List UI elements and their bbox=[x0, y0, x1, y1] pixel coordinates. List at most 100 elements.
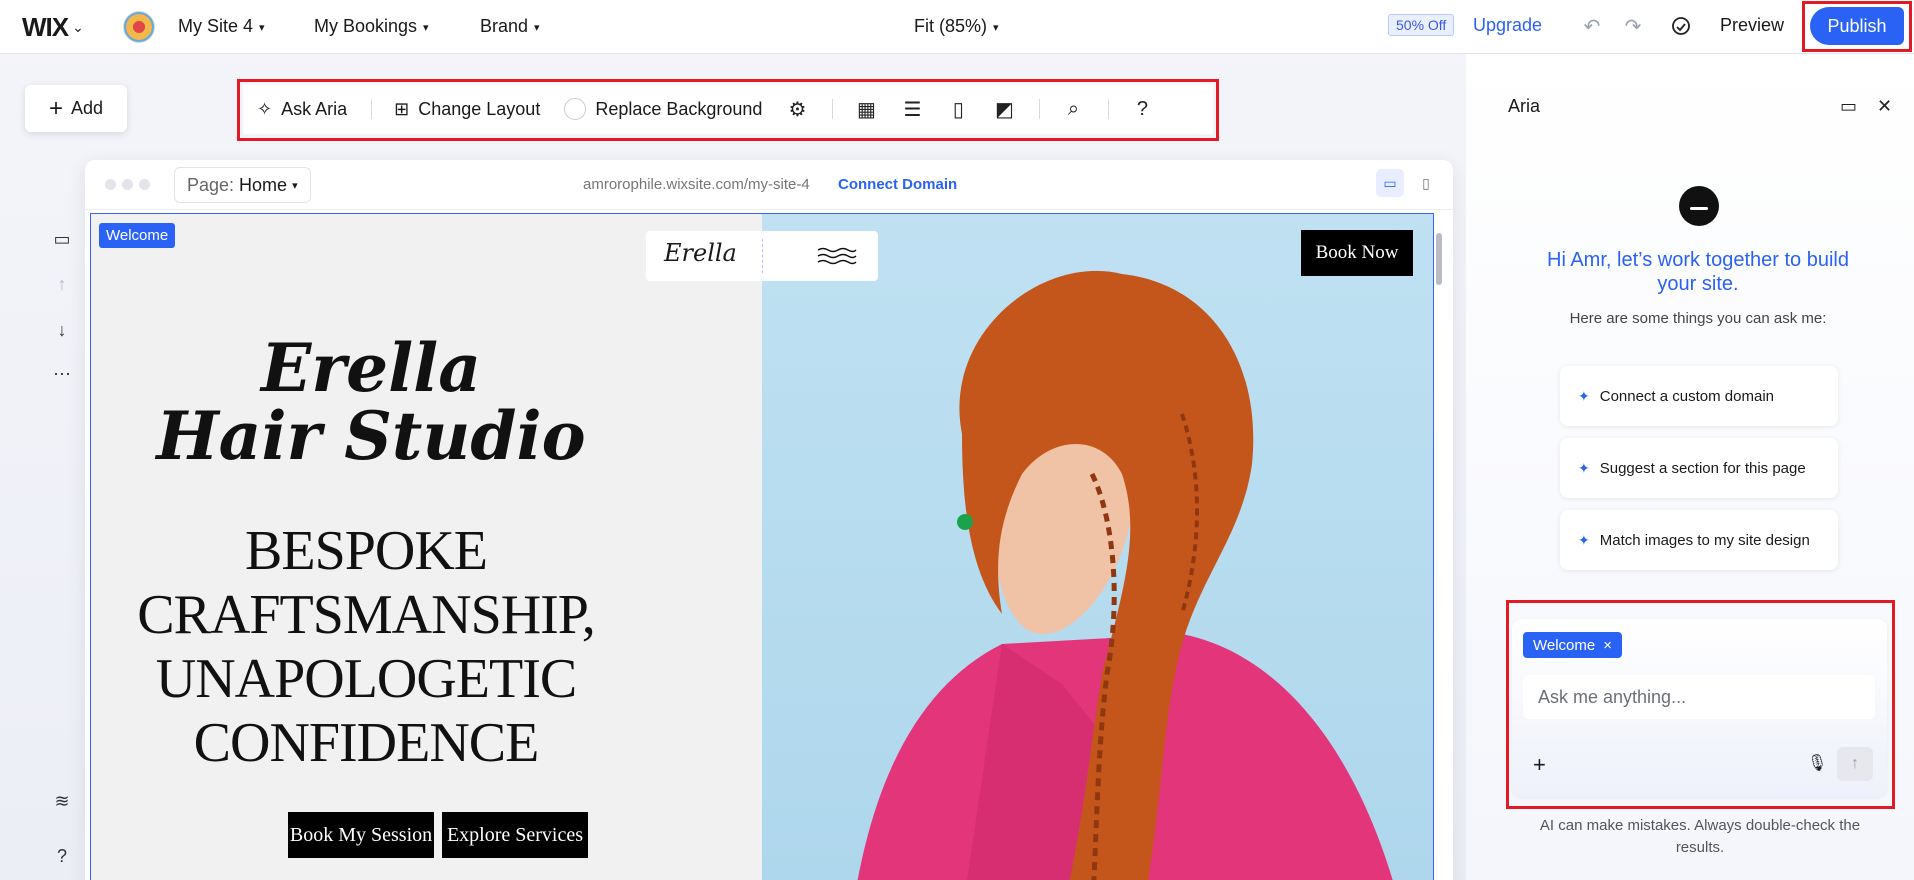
site-logo: Erella bbox=[664, 239, 737, 267]
brand-menu[interactable]: Brand ▾ bbox=[480, 16, 540, 37]
upgrade-link[interactable]: Upgrade bbox=[1473, 15, 1542, 36]
add-button[interactable]: + Add bbox=[25, 85, 127, 132]
section-tag[interactable]: Welcome bbox=[99, 223, 176, 248]
canvas-scrollbar[interactable] bbox=[1434, 213, 1444, 880]
site-url: amrorophile.wixsite.com/my-site-4 bbox=[583, 176, 810, 193]
background-circle-icon bbox=[564, 98, 587, 120]
ai-disclaimer: AI can make mistakes. Always double-chec… bbox=[1539, 817, 1861, 856]
change-layout-label: Change Layout bbox=[418, 98, 541, 119]
wix-logo-menu[interactable]: WIX ⌄ bbox=[22, 12, 84, 43]
comment-icon[interactable]: ▭ bbox=[1840, 96, 1857, 117]
sparkle-icon: ✦ bbox=[1578, 459, 1590, 476]
top-bar: WIX ⌄ My Site 4 ▾ My Bookings ▾ Brand ▾ Fit … bbox=[0, 0, 1914, 54]
suggestion-label: Suggest a section for this page bbox=[1599, 459, 1806, 477]
suggestion-connect-domain[interactable]: ✦ Connect a custom domain bbox=[1560, 366, 1838, 426]
book-now-button[interactable]: Book Now bbox=[1301, 230, 1413, 276]
hero-left: Erella Hair Studio BESPOKE CRAFTSMANSHIP… bbox=[91, 214, 762, 880]
hero-image[interactable] bbox=[762, 214, 1433, 880]
chip-label: Welcome bbox=[1533, 636, 1596, 654]
chevron-down-icon: ▾ bbox=[993, 22, 999, 34]
context-chip[interactable]: Welcome × bbox=[1523, 632, 1623, 658]
wix-logo: WIX bbox=[22, 12, 69, 42]
chevron-down-icon: ▾ bbox=[292, 179, 298, 192]
hero-title-line1: Erella bbox=[261, 329, 481, 407]
send-icon[interactable]: ↑ bbox=[1837, 747, 1873, 781]
aria-title: Aria bbox=[1508, 96, 1541, 116]
page-label: Page: bbox=[187, 174, 235, 195]
chevron-down-icon: ⌄ bbox=[72, 19, 84, 35]
suggestion-match-images[interactable]: ✦ Match images to my site design bbox=[1560, 510, 1838, 570]
preview-button[interactable]: Preview bbox=[1720, 15, 1784, 36]
suggestion-label: Connect a custom domain bbox=[1599, 387, 1774, 405]
move-up-icon[interactable]: ↑ bbox=[50, 274, 74, 295]
aria-hint: Here are some things you can ask me: bbox=[1569, 310, 1827, 327]
page-selector[interactable]: Page: Home ▾ bbox=[174, 167, 311, 203]
menu-icon[interactable]: ☰ bbox=[901, 97, 923, 122]
mic-icon[interactable]: 🎙 bbox=[1807, 753, 1827, 773]
bookings-menu[interactable]: My Bookings ▾ bbox=[314, 16, 429, 37]
ask-aria-label: Ask Aria bbox=[281, 98, 348, 119]
close-icon[interactable]: × bbox=[1603, 637, 1612, 654]
divider bbox=[832, 99, 834, 119]
hamburger-icon[interactable] bbox=[817, 247, 857, 265]
chevron-down-icon: ▾ bbox=[534, 22, 540, 34]
plus-icon: + bbox=[48, 94, 63, 122]
divider bbox=[371, 99, 373, 119]
divider bbox=[1039, 99, 1041, 119]
redo-icon[interactable]: ↷ bbox=[1621, 14, 1645, 38]
change-layout-button[interactable]: ⊞ Change Layout bbox=[394, 99, 540, 120]
replace-background-label: Replace Background bbox=[595, 98, 763, 119]
divider bbox=[1108, 99, 1110, 119]
zoom-menu[interactable]: Fit (85%) ▾ bbox=[914, 16, 999, 37]
more-icon[interactable]: ⋯ bbox=[50, 364, 74, 385]
hero-subtitle[interactable]: BESPOKE CRAFTSMANSHIP, UNAPOLOGETIC CONF… bbox=[131, 519, 601, 775]
book-session-button[interactable]: Book My Session bbox=[288, 812, 434, 858]
sparkle-icon: ✦ bbox=[1578, 531, 1590, 548]
connect-domain-link[interactable]: Connect Domain bbox=[838, 176, 957, 193]
brand-label: Brand bbox=[480, 16, 529, 36]
search-icon[interactable]: ⌕ bbox=[1062, 98, 1084, 121]
discount-badge: 50% Off bbox=[1388, 14, 1455, 36]
plus-icon[interactable]: + bbox=[1533, 752, 1546, 778]
close-icon[interactable]: ✕ bbox=[1877, 96, 1892, 117]
layers-icon[interactable]: ≋ bbox=[50, 791, 74, 812]
site-avatar[interactable] bbox=[123, 11, 155, 43]
aria-avatar bbox=[1679, 186, 1719, 226]
suggestion-label: Match images to my site design bbox=[1599, 531, 1810, 549]
section-icon[interactable]: ▭ bbox=[50, 229, 74, 250]
help-icon[interactable]: ? bbox=[1131, 98, 1153, 121]
hero-title-line2: Hair Studio bbox=[156, 397, 586, 475]
grid-icon[interactable]: ▦ bbox=[855, 97, 877, 122]
site-name: My Site 4 bbox=[178, 16, 254, 36]
columns-icon[interactable]: ▯ bbox=[947, 97, 969, 122]
sparkle-icon: ✧ bbox=[257, 98, 273, 119]
mobile-icon[interactable]: ▯ bbox=[1412, 169, 1440, 197]
undo-icon[interactable]: ↶ bbox=[1580, 14, 1604, 38]
site-canvas[interactable]: Erella Hair Studio BESPOKE CRAFTSMANSHIP… bbox=[90, 213, 1434, 880]
hero-title[interactable]: Erella Hair Studio bbox=[151, 334, 591, 470]
ask-aria-input[interactable] bbox=[1523, 675, 1875, 719]
image-icon[interactable]: ◩ bbox=[993, 97, 1015, 122]
move-down-icon[interactable]: ↓ bbox=[50, 320, 74, 341]
ask-aria-button[interactable]: ✧ Ask Aria bbox=[257, 99, 347, 120]
gear-icon[interactable]: ⚙ bbox=[786, 97, 808, 122]
site-menu[interactable]: My Site 4 ▾ bbox=[178, 16, 265, 37]
suggestion-section[interactable]: ✦ Suggest a section for this page bbox=[1560, 438, 1838, 498]
chevron-down-icon: ▾ bbox=[423, 22, 429, 34]
replace-background-button[interactable]: Replace Background bbox=[564, 98, 762, 120]
woman-hair-photo bbox=[857, 270, 1393, 880]
explore-services-button[interactable]: Explore Services bbox=[442, 812, 588, 858]
cloud-icon[interactable] bbox=[1669, 14, 1693, 38]
chevron-down-icon: ▾ bbox=[259, 22, 265, 34]
add-label: Add bbox=[70, 98, 104, 118]
layout-icon: ⊞ bbox=[394, 98, 410, 119]
aria-greeting: Hi Amr, let’s work together to build you… bbox=[1547, 249, 1849, 295]
scroll-thumb[interactable] bbox=[1436, 233, 1442, 285]
site-header-card[interactable]: Erella bbox=[646, 231, 878, 281]
section-toolbar: ✧ Ask Aria ⊞ Change Layout Replace Backgro… bbox=[243, 84, 1213, 134]
desktop-icon[interactable]: ▭ bbox=[1376, 169, 1404, 197]
help-icon[interactable]: ? bbox=[50, 846, 74, 867]
publish-button[interactable]: Publish bbox=[1810, 7, 1904, 45]
sparkle-icon: ✦ bbox=[1578, 387, 1590, 404]
page-value: Home bbox=[239, 174, 288, 195]
